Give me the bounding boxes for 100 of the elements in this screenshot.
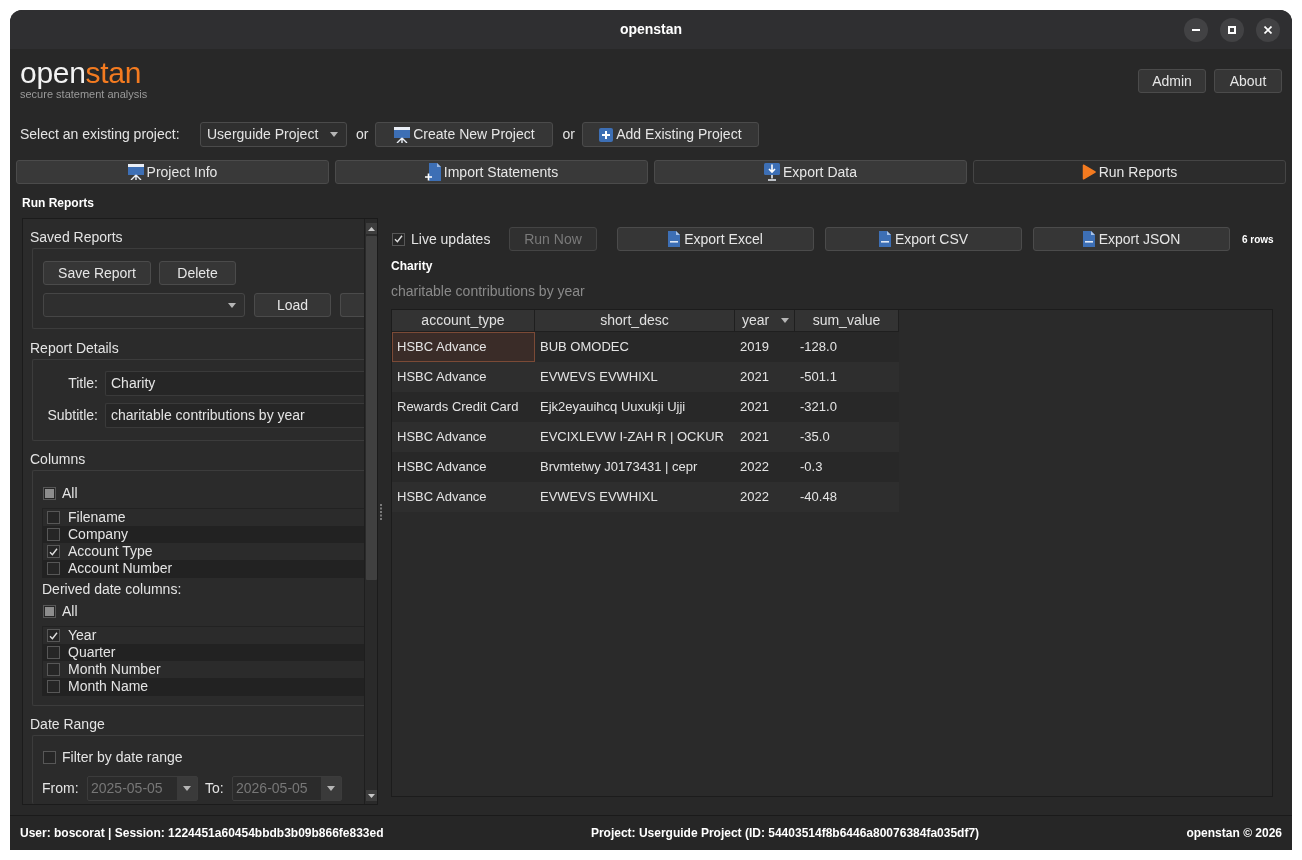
play-icon	[1081, 164, 1096, 180]
document-icon	[878, 231, 891, 247]
checkbox-label: All	[62, 487, 78, 500]
status-text: openstan © 2026	[1186, 825, 1282, 842]
column-header[interactable]: short_desc	[535, 310, 735, 332]
list-item[interactable]: Month Name	[43, 678, 364, 695]
table-cell-text: -0.3	[799, 458, 824, 477]
checkbox[interactable]	[47, 680, 60, 693]
group-heading: Saved Reports	[30, 229, 124, 245]
checkbox[interactable]	[43, 751, 56, 764]
checkbox[interactable]	[47, 528, 60, 541]
list-item[interactable]: Month Number	[43, 661, 364, 678]
project-action-button[interactable]: Add Existing Project	[581, 122, 759, 147]
status-text: Project: Userguide Project (ID: 54403514f8b6446a80076384fa035df7)	[590, 825, 980, 842]
header-button[interactable]: Admin	[1138, 69, 1206, 93]
table-cell-text: EVWEVS EVWHIXL	[539, 488, 659, 507]
report-button[interactable]: Save Report	[43, 261, 151, 285]
table-cell-text: EVWEVS EVWHIXL	[539, 368, 659, 387]
checkbox[interactable]	[43, 487, 56, 500]
text-field[interactable]: charitable contributions by year	[105, 403, 364, 428]
maximize-button[interactable]	[1220, 17, 1244, 42]
project-action-button[interactable]: Create New Project	[375, 122, 554, 147]
scroll-down-button[interactable]	[365, 790, 377, 801]
table-cell-text: -40.48	[799, 488, 838, 507]
scrollbar-thumb[interactable]	[365, 236, 377, 580]
table-cell-text: 2022	[739, 488, 770, 507]
nav-tab[interactable]: Project Info	[16, 160, 329, 184]
table-cell-text: HSBC Advance	[396, 488, 488, 507]
field-label: To:	[205, 779, 225, 798]
checkbox-label: Filter by date range	[62, 751, 183, 764]
table-cell-text: -128.0	[799, 338, 838, 357]
table-cell-text: Rewards Credit Card	[396, 398, 520, 417]
field-label: From:	[42, 779, 80, 798]
connector-label: or	[356, 125, 369, 144]
project-dropdown[interactable]: Userguide Project	[200, 122, 347, 147]
scroll-up-button[interactable]	[365, 223, 377, 234]
report-button[interactable]: Delete	[159, 261, 236, 285]
list-item[interactable]: Year	[43, 627, 364, 644]
checkbox[interactable]	[47, 663, 60, 676]
list-item[interactable]: Filename	[43, 509, 364, 526]
table-cell-text: 2021	[739, 398, 770, 417]
caret-icon	[228, 302, 236, 308]
list-item[interactable]: Account Type	[43, 543, 364, 560]
sort-descending-icon	[781, 318, 789, 323]
table-cell-text: BUB OMODEC	[539, 338, 630, 357]
status-text: User: boscorat | Session: 1224451a60454bbdb3b09b866fe833ed	[20, 825, 384, 842]
close-button[interactable]	[1256, 17, 1280, 42]
column-header[interactable]: account_type	[392, 310, 535, 332]
group-heading: Columns	[30, 451, 87, 467]
nav-tab[interactable]: Export Data	[654, 160, 967, 184]
export-button[interactable]: Export CSV	[825, 227, 1022, 251]
caret-icon	[183, 786, 191, 791]
report-title: Charity	[391, 259, 434, 273]
list-item[interactable]: Account Number	[43, 560, 364, 577]
nav-tab[interactable]: Import Statements	[335, 160, 648, 184]
minimize-button[interactable]	[1184, 17, 1208, 42]
field-label: Select an existing project:	[20, 125, 181, 144]
table-cell-text: -321.0	[799, 398, 838, 417]
nav-tab[interactable]: Run Reports	[973, 160, 1286, 184]
list-heading: Derived date columns:	[42, 581, 183, 597]
text-field[interactable]: Charity	[105, 371, 364, 396]
field-label: Subtitle:	[46, 406, 98, 425]
export-button[interactable]: Export JSON	[1033, 227, 1230, 251]
close-icon	[1264, 25, 1272, 34]
group-heading: Report Details	[30, 340, 120, 356]
list-item[interactable]: Company	[43, 526, 364, 543]
table-cell: HSBC Advance	[392, 332, 535, 362]
export-button[interactable]: Export Excel	[617, 227, 814, 251]
group-heading: Date Range	[30, 716, 106, 732]
checkbox[interactable]	[47, 646, 60, 659]
column-header[interactable]: year	[735, 310, 795, 332]
table-cell-text: HSBC Advance	[396, 428, 488, 447]
table-cell-text: Brvmtetwy J0173431 | cepr	[539, 458, 699, 477]
checkbox[interactable]	[392, 232, 405, 246]
maximize-icon	[1228, 25, 1236, 34]
tagline: secure statement analysis	[20, 88, 148, 101]
table-cell-text: HSBC Advance	[396, 458, 488, 477]
list-item[interactable]: Quarter	[43, 644, 364, 661]
table-cell-text: Ejk2eyauihcq Uuxukji Ujji	[539, 398, 687, 417]
document-plus-icon	[424, 163, 441, 181]
report-subtitle: charitable contributions by year	[391, 283, 586, 300]
document-icon	[668, 231, 681, 247]
header-button[interactable]: About	[1214, 69, 1282, 93]
plus-square-icon	[599, 127, 614, 142]
checkbox[interactable]	[47, 511, 60, 524]
arrow-down-icon	[367, 793, 375, 798]
table-cell-text: 2021	[739, 368, 770, 387]
checkbox[interactable]	[47, 629, 60, 642]
table-cell-text: -501.1	[799, 368, 838, 387]
load-button[interactable]: Load	[254, 293, 331, 317]
document-icon	[1082, 231, 1095, 247]
checkbox[interactable]	[47, 545, 60, 558]
section-title: Run Reports	[21, 195, 95, 211]
field-label: Title:	[67, 374, 98, 393]
column-header[interactable]: sum_value	[795, 310, 899, 332]
scrollbar[interactable]	[364, 219, 377, 804]
table-cell-text: HSBC Advance	[396, 368, 488, 387]
checkbox[interactable]	[43, 605, 56, 618]
checkbox-label: Live updates	[411, 229, 491, 249]
checkbox[interactable]	[47, 562, 60, 575]
